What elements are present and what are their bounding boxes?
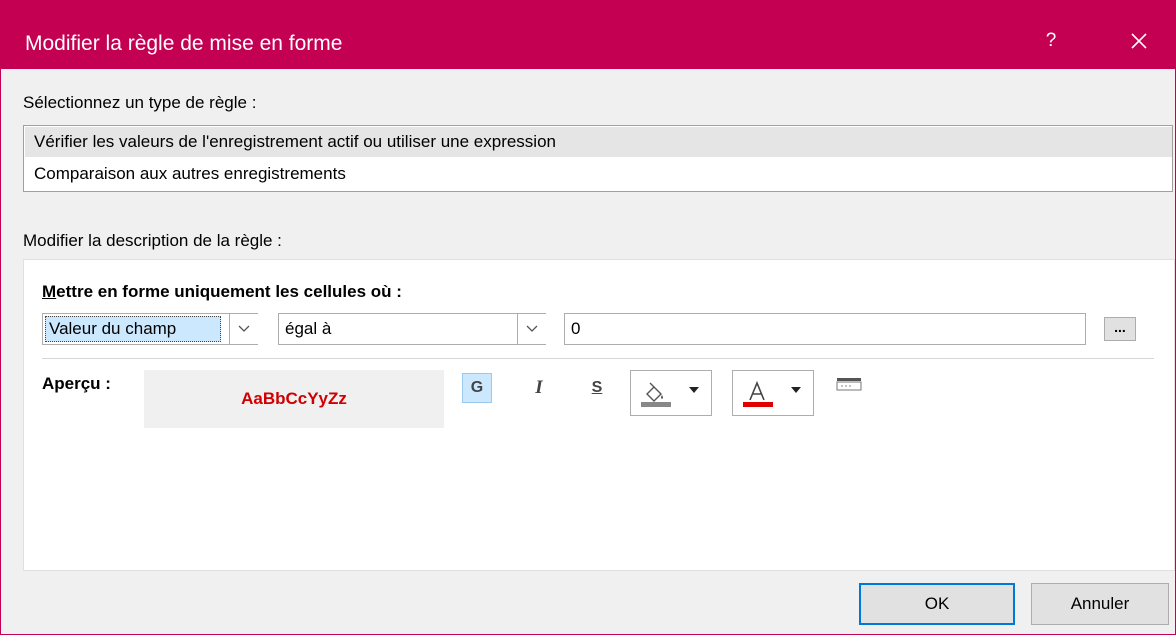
field-combo-dropdown[interactable] [229,314,258,344]
condition-heading: Mettre en forme uniquement les cellules … [42,282,402,302]
rule-type-label: Sélectionnez un type de règle : [23,93,257,112]
condition-heading-text: ettre en forme uniquement les cellules o… [56,282,402,301]
chevron-down-icon [791,387,801,393]
cancel-button[interactable]: Annuler [1031,583,1169,625]
rule-type-list[interactable]: Vérifier les valeurs de l'enregistrement… [23,125,1173,192]
operator-combo[interactable]: égal à [278,313,546,345]
conditional-format-button[interactable] [836,376,862,396]
close-button[interactable] [1119,21,1159,61]
rule-description-label: Modifier la description de la règle : [23,231,282,250]
separator [42,358,1154,359]
chevron-down-icon [238,325,250,332]
field-combo[interactable]: Valeur du champ [42,313,258,345]
rule-description-panel: Mettre en forme uniquement les cellules … [23,259,1175,571]
paint-bucket-icon [641,382,671,407]
operator-combo-value: égal à [285,319,332,338]
chevron-down-icon [689,387,699,393]
expression-builder-button[interactable]: ... [1104,317,1136,341]
value-input[interactable]: 0 [564,313,1086,345]
fill-color-button[interactable] [630,370,712,416]
condition-heading-accesskey: M [42,282,57,301]
font-color-icon [743,381,773,407]
ok-button[interactable]: OK [859,583,1015,625]
bold-button[interactable]: G [462,373,492,403]
title-bar: Modifier la règle de mise en forme ? [1,1,1175,69]
conditional-format-icon [836,378,862,391]
dialog-window: Modifier la règle de mise en forme ? Sél… [0,0,1176,635]
close-icon [1131,33,1147,49]
dialog-title: Modifier la règle de mise en forme [25,32,343,55]
preview-label: Aperçu : [42,374,111,393]
rule-type-item[interactable]: Vérifier les valeurs de l'enregistrement… [25,127,1172,157]
chevron-down-icon [526,325,538,332]
field-combo-value: Valeur du champ [49,319,177,338]
font-color-button[interactable] [732,370,814,416]
rule-type-item[interactable]: Comparaison aux autres enregistrements [25,159,1172,189]
preview-sample: AaBbCcYyZz [144,370,444,428]
operator-combo-dropdown[interactable] [517,314,546,344]
italic-button[interactable]: I [524,373,554,403]
underline-button[interactable]: S [582,373,612,403]
help-button[interactable]: ? [1031,21,1071,61]
